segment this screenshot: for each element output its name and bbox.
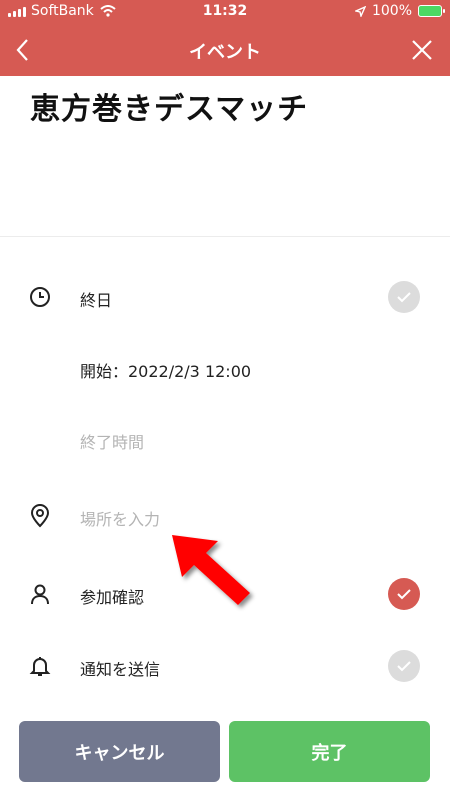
all-day-label: 終日	[80, 291, 113, 310]
all-day-toggle[interactable]	[388, 281, 420, 313]
battery-icon	[418, 5, 445, 17]
person-icon	[31, 584, 49, 605]
cancel-button[interactable]: キャンセル	[19, 721, 220, 782]
end-row[interactable]: 終了時間	[0, 413, 450, 465]
location-pin-icon	[30, 504, 50, 528]
divider	[0, 236, 450, 237]
all-day-row[interactable]: 終日	[0, 271, 450, 323]
nav-bar: イベント	[0, 24, 450, 76]
notify-row[interactable]: 通知を送信	[0, 640, 450, 692]
rsvp-toggle[interactable]	[388, 578, 420, 610]
status-bar: SoftBank 11:32 100%	[0, 0, 450, 24]
bell-icon	[29, 657, 51, 676]
location-input[interactable]: 場所を入力	[80, 506, 160, 530]
notify-label: 通知を送信	[80, 660, 161, 679]
check-icon	[397, 292, 411, 303]
close-icon[interactable]	[408, 36, 436, 64]
battery-percent: 100%	[371, 3, 412, 19]
location-icon	[354, 5, 366, 17]
check-icon	[397, 661, 411, 672]
nav-title: イベント	[189, 42, 261, 63]
status-right: 100%	[354, 3, 445, 19]
rsvp-label: 参加確認	[80, 588, 145, 607]
event-title[interactable]: 恵方巻きデスマッチ	[30, 84, 308, 128]
check-icon	[397, 589, 411, 600]
annotation-arrow-icon	[172, 535, 250, 605]
notify-toggle[interactable]	[388, 650, 420, 682]
start-row[interactable]: 開始：2022/2/3 12:00	[0, 342, 450, 394]
clock-icon	[30, 287, 50, 307]
start-datetime[interactable]: 開始：2022/2/3 12:00	[80, 358, 251, 382]
done-button[interactable]: 完了	[229, 721, 430, 782]
end-time-field[interactable]: 終了時間	[80, 429, 144, 453]
